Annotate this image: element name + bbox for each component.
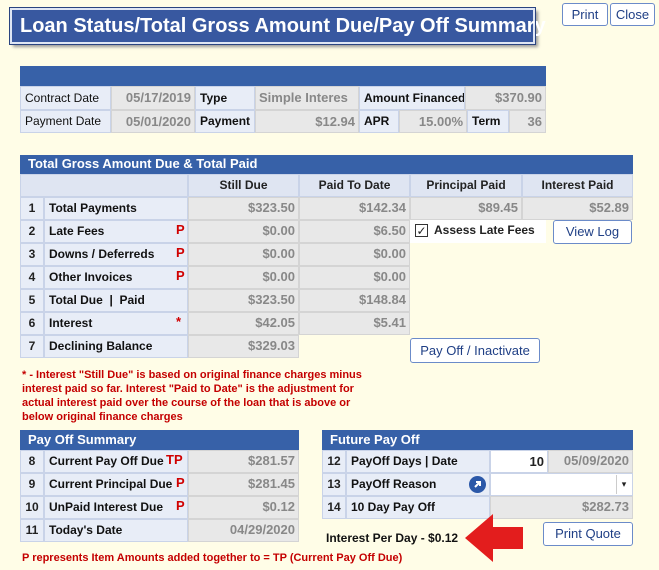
declining-balance-label: Declining Balance (44, 335, 188, 358)
payoff-date-value: 05/09/2020 (548, 450, 633, 473)
assess-late-fees-checkbox[interactable]: ✓ (415, 224, 428, 237)
interest-still-due: $42.05 (188, 312, 299, 335)
payoff-footnote: P represents Item Amounts added together… (22, 552, 403, 564)
interest-paid-value: $52.89 (522, 197, 633, 220)
total-due-still-due: $323.50 (188, 289, 299, 312)
page-title: Loan Status/Total Gross Amount Due/Pay O… (9, 7, 546, 45)
row-number: 4 (20, 266, 44, 289)
downs-deferreds-paid: $0.00 (299, 243, 410, 266)
future-payoff-header: Future Pay Off (322, 430, 633, 450)
row-number: 13 (322, 473, 346, 496)
totals-header-blank (20, 174, 188, 197)
arrow-link-icon[interactable] (469, 476, 486, 493)
row-number: 10 (20, 496, 44, 519)
payoff-reason-select[interactable] (490, 473, 633, 496)
flag-p: P (176, 245, 185, 260)
term-value: 36 (509, 110, 546, 133)
term-label: Term (467, 110, 509, 133)
downs-deferreds-label: Downs / Deferreds (44, 243, 188, 266)
payment-value: $12.94 (255, 110, 359, 133)
payment-date-label: Payment Date (20, 110, 111, 133)
interest-note: * - Interest "Still Due" is based on ori… (22, 369, 362, 423)
current-payoff-due-value: $281.57 (188, 450, 299, 473)
total-payments-paid: $142.34 (299, 197, 410, 220)
row-number: 9 (20, 473, 44, 496)
interest-paid-to-date: $5.41 (299, 312, 410, 335)
current-principal-due-value: $281.45 (188, 473, 299, 496)
apr-label: APR (359, 110, 399, 133)
row-number: 14 (322, 496, 346, 519)
totals-section-header: Total Gross Amount Due & Total Paid (20, 155, 633, 174)
todays-date-label: Today's Date (44, 519, 188, 542)
total-payments-still-due: $323.50 (188, 197, 299, 220)
payoff-summary-header: Pay Off Summary (20, 430, 299, 450)
unpaid-interest-due-value: $0.12 (188, 496, 299, 519)
row-number: 1 (20, 197, 44, 220)
total-due-paid: $148.84 (299, 289, 410, 312)
other-invoices-still-due: $0.00 (188, 266, 299, 289)
col-still-due: Still Due (188, 174, 299, 197)
total-due-paid-label: Total Due | Paid (44, 289, 188, 312)
interest-per-day: Interest Per Day - $0.12 (326, 531, 459, 545)
type-label: Type (195, 86, 255, 110)
principal-paid-value: $89.45 (410, 197, 522, 220)
flag-p: P (176, 222, 185, 237)
downs-deferreds-still-due: $0.00 (188, 243, 299, 266)
loan-info-header-bar (20, 66, 546, 86)
row-number: 8 (20, 450, 44, 473)
flag-p: P (176, 475, 185, 490)
row-number: 6 (20, 312, 44, 335)
total-payments-label: Total Payments (44, 197, 188, 220)
payoff-days-date-label: PayOff Days | Date (346, 450, 490, 473)
close-button[interactable]: Close (610, 3, 655, 26)
interest-asterisk: * (176, 314, 182, 329)
current-principal-due-label: Current Principal Due (44, 473, 188, 496)
other-invoices-paid: $0.00 (299, 266, 410, 289)
assess-late-fees-label: Assess Late Fees (434, 223, 535, 237)
row-number: 3 (20, 243, 44, 266)
payoff-days-input[interactable]: 10 (490, 450, 548, 473)
declining-balance-still-due: $329.03 (188, 335, 299, 358)
flag-tp: TP (166, 452, 183, 467)
flag-p: P (176, 498, 185, 513)
late-fees-still-due: $0.00 (188, 220, 299, 243)
payment-label: Payment (195, 110, 255, 133)
view-log-button[interactable]: View Log (553, 220, 632, 244)
print-button[interactable]: Print (562, 3, 608, 26)
pay-off-inactivate-button[interactable]: Pay Off / Inactivate (410, 338, 540, 363)
payment-date-value: 05/01/2020 (111, 110, 195, 133)
todays-date-value: 04/29/2020 (188, 519, 299, 542)
row-number: 7 (20, 335, 44, 358)
col-paid-to-date: Paid To Date (299, 174, 410, 197)
contract-date-label: Contract Date (20, 86, 111, 110)
apr-value: 15.00% (399, 110, 467, 133)
contract-date-value: 05/17/2019 (111, 86, 195, 110)
red-arrow-icon (463, 512, 525, 564)
amount-financed-label: Amount Financed (359, 86, 465, 110)
col-interest-paid: Interest Paid (522, 174, 633, 197)
chevron-down-icon[interactable]: ▾ (616, 475, 631, 494)
amount-financed-value: $370.90 (465, 86, 546, 110)
flag-p: P (176, 268, 185, 283)
row-number: 11 (20, 519, 44, 542)
interest-label: Interest (44, 312, 188, 335)
unpaid-interest-due-label: UnPaid Interest Due (44, 496, 188, 519)
print-quote-button[interactable]: Print Quote (543, 522, 633, 546)
col-principal-paid: Principal Paid (410, 174, 522, 197)
row-number: 12 (322, 450, 346, 473)
type-value: Simple Interes (255, 86, 359, 110)
other-invoices-label: Other Invoices (44, 266, 188, 289)
late-fees-label: Late Fees (44, 220, 188, 243)
row-number: 5 (20, 289, 44, 312)
row-number: 2 (20, 220, 44, 243)
late-fees-paid: $6.50 (299, 220, 410, 243)
